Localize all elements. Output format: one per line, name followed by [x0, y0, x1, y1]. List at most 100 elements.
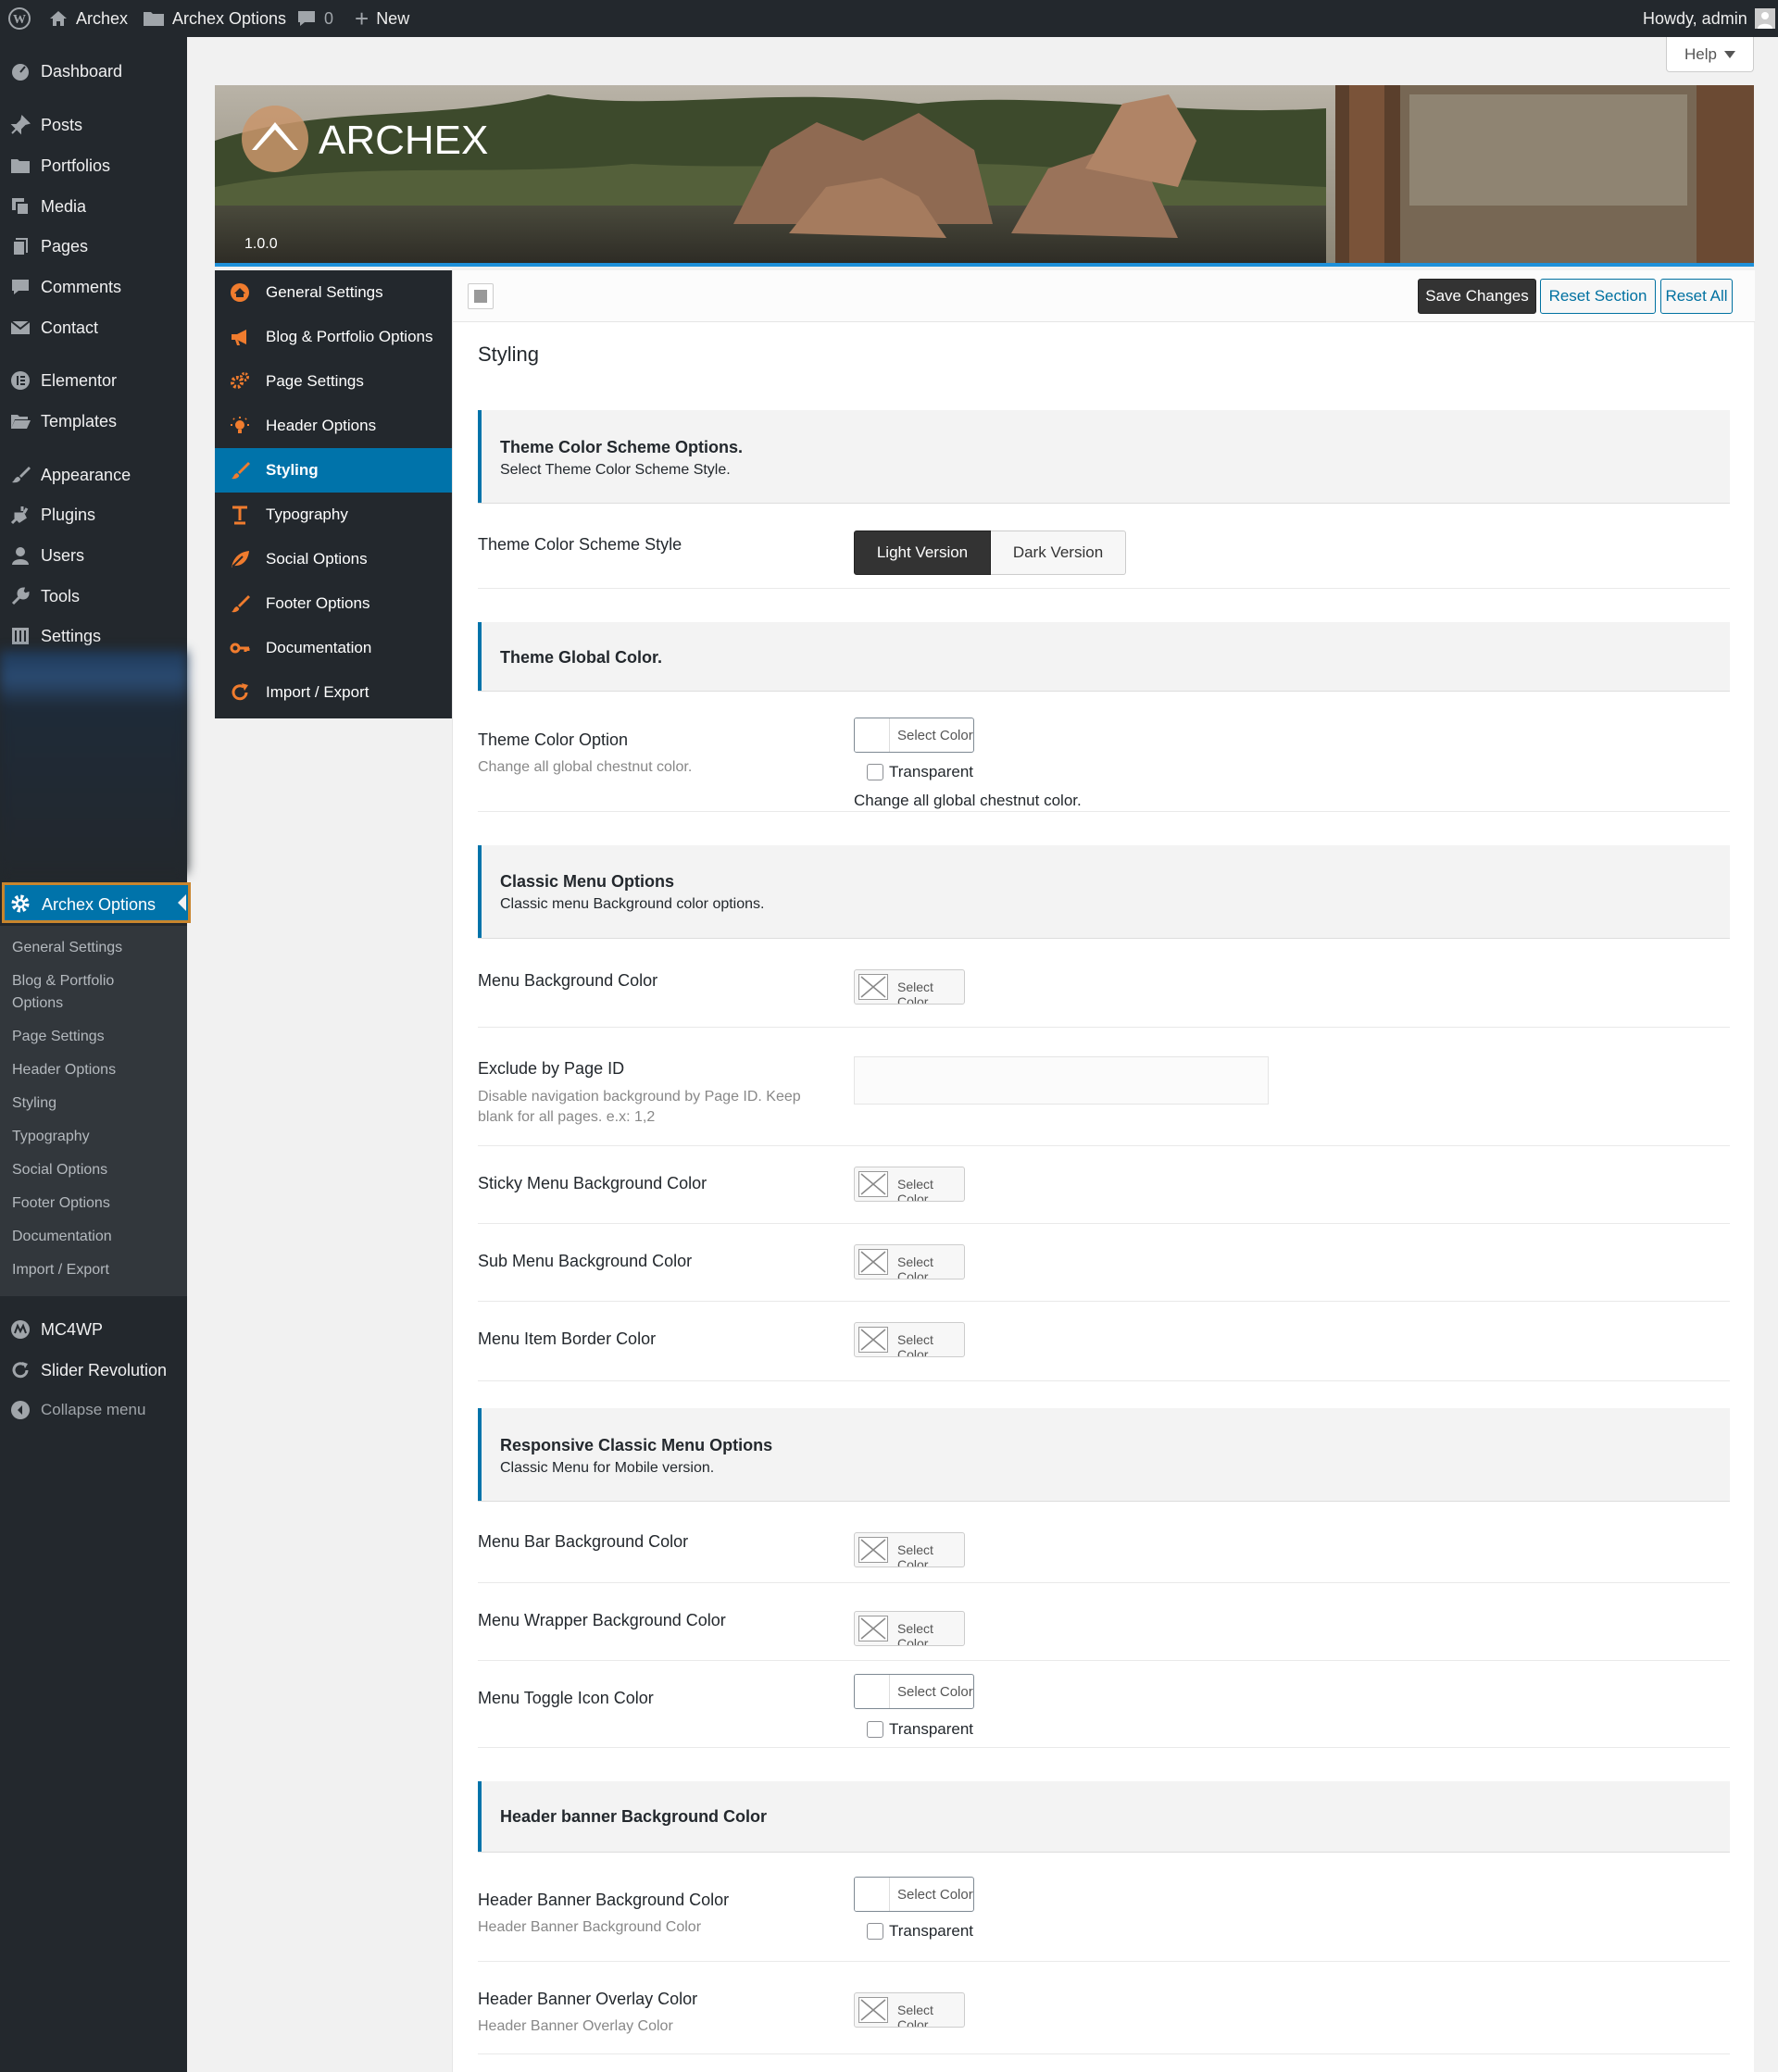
nav-footer-options[interactable]: Footer Options [215, 581, 452, 626]
row-exclude-page-id: Exclude by Page ID Disable navigation ba… [478, 1028, 1730, 1146]
archex-options-link[interactable]: Archex Options [143, 0, 286, 37]
nav-blog-portfolio-options[interactable]: Blog & Portfolio Options [215, 315, 452, 359]
menu-archex-options[interactable]: Archex Options [2, 882, 191, 923]
help-button[interactable]: Help [1666, 37, 1754, 72]
menu-users[interactable]: Users [0, 537, 187, 574]
home-icon [230, 282, 250, 303]
color-swatch [855, 1675, 890, 1708]
collapse-menu-button[interactable]: Collapse menu [0, 1392, 187, 1429]
checkbox[interactable] [867, 764, 883, 780]
menu-tools[interactable]: Tools [0, 578, 187, 615]
reset-all-button[interactable]: Reset All [1660, 279, 1733, 314]
home-icon [50, 11, 67, 26]
banner-version: 1.0.0 [244, 236, 278, 252]
leaf-icon [230, 549, 250, 569]
save-changes-button[interactable]: Save Changes [1418, 279, 1536, 314]
menu-posts[interactable]: Posts [0, 106, 187, 144]
menu-portfolios[interactable]: Portfolios [0, 147, 187, 184]
section-theme-global-color: Theme Global Color. [478, 622, 1730, 691]
theme-color-picker[interactable]: Select Color [854, 718, 974, 753]
menu-wrapper-bg-picker[interactable]: Select Color [854, 1611, 965, 1646]
account-menu[interactable]: Howdy, admin [1643, 0, 1775, 37]
settings-icon [9, 625, 31, 647]
comments-count: 0 [324, 8, 334, 28]
new-link[interactable]: + New [355, 0, 409, 37]
list-icon [474, 290, 487, 303]
checkbox[interactable] [867, 1721, 883, 1738]
row-menu-background-color: Menu Background Color Select Color [478, 938, 1730, 1028]
submenu-social-options[interactable]: Social Options [12, 1159, 107, 1181]
elementor-icon [9, 369, 31, 392]
user-icon [9, 544, 31, 567]
submenu-blog-portfolio-options[interactable]: Options [12, 992, 63, 1015]
submenu-documentation[interactable]: Documentation [12, 1226, 112, 1248]
expand-toggle-button[interactable] [468, 283, 494, 309]
submenu-styling[interactable]: Styling [12, 1092, 56, 1115]
options-panel: Save Changes Reset Section Reset All Sty… [452, 270, 1755, 2072]
header-banner-transparent[interactable]: Transparent [867, 1922, 973, 1941]
no-color-icon [858, 1616, 888, 1641]
nav-typography[interactable]: Typography [215, 493, 452, 537]
color-swatch [855, 718, 890, 752]
menu-bar-bg-picker[interactable]: Select Color [854, 1532, 965, 1567]
submenu-blog-portfolio[interactable]: Blog & Portfolio [12, 970, 114, 992]
menu-pages[interactable]: Pages [0, 228, 187, 265]
menu-item-border-picker[interactable]: Select Color [854, 1322, 965, 1357]
menu-contact[interactable]: Contact [0, 309, 187, 346]
menu-toggle-icon-picker[interactable]: Select Color [854, 1674, 974, 1709]
nav-import-export[interactable]: Import / Export [215, 670, 452, 715]
theme-color-transparent[interactable]: Transparent [867, 763, 973, 781]
submenu-page-settings[interactable]: Page Settings [12, 1026, 105, 1048]
row-theme-color-option: Theme Color Option Change all global che… [478, 691, 1730, 812]
menu-dashboard[interactable]: Dashboard [0, 53, 187, 90]
menu-templates[interactable]: Templates [0, 403, 187, 440]
exclude-page-id-input[interactable] [854, 1056, 1269, 1105]
submenu-typography[interactable]: Typography [12, 1126, 90, 1148]
menu-appearance[interactable]: Appearance [0, 456, 187, 493]
row-color-scheme-style: Theme Color Scheme Style Light Version D… [478, 503, 1730, 589]
comments-link[interactable]: 0 [296, 0, 333, 37]
header-banner-overlay-picker[interactable]: Select Color [854, 1992, 965, 2028]
wrench-icon [9, 585, 31, 607]
checkbox[interactable] [867, 1923, 883, 1940]
menu-slider-revolution[interactable]: Slider Revolution [0, 1352, 187, 1389]
media-icon [9, 195, 31, 218]
menu-media[interactable]: Media [0, 188, 187, 225]
dark-version-button[interactable]: Dark Version [991, 530, 1126, 575]
nav-page-settings[interactable]: Page Settings [215, 359, 452, 404]
nav-social-options[interactable]: Social Options [215, 537, 452, 581]
menu-toggle-transparent[interactable]: Transparent [867, 1720, 973, 1739]
key-icon [230, 638, 250, 658]
dashboard-icon [9, 60, 31, 82]
menu-mc4wp[interactable]: MC4WP [0, 1311, 187, 1348]
site-name-link[interactable]: Archex [48, 0, 128, 37]
wordpress-logo[interactable]: W [7, 0, 31, 37]
header-banner-bg-picker[interactable]: Select Color [854, 1877, 974, 1912]
nav-header-options[interactable]: Header Options [215, 404, 452, 448]
section-theme-color-scheme: Theme Color Scheme Options. Select Theme… [478, 410, 1730, 503]
menu-comments[interactable]: Comments [0, 268, 187, 306]
submenu-header-options[interactable]: Header Options [12, 1059, 116, 1081]
row-menu-toggle-icon: Menu Toggle Icon Color Select Color Tran… [478, 1661, 1730, 1748]
light-version-button[interactable]: Light Version [854, 530, 991, 575]
page-title: Styling [478, 343, 540, 366]
submenu-import-export[interactable]: Import / Export [12, 1259, 109, 1281]
banner-image: ARCHEX 1.0.0 [215, 85, 1754, 263]
menu-background-picker[interactable]: Select Color [854, 969, 965, 1005]
submenu-footer-options[interactable]: Footer Options [12, 1192, 110, 1215]
no-color-icon [858, 1171, 888, 1197]
reset-section-button[interactable]: Reset Section [1540, 279, 1656, 314]
row-sticky-menu-bg: Sticky Menu Background Color Select Colo… [478, 1146, 1730, 1224]
refresh-icon [230, 682, 250, 703]
megaphone-icon [230, 327, 250, 347]
nav-documentation[interactable]: Documentation [215, 626, 452, 670]
nav-styling[interactable]: Styling [215, 448, 452, 493]
sub-menu-bg-picker[interactable]: Select Color [854, 1244, 965, 1279]
menu-settings[interactable]: Settings [0, 618, 187, 655]
submenu-general-settings[interactable]: General Settings [12, 937, 122, 959]
nav-general-settings[interactable]: General Settings [215, 270, 452, 315]
menu-plugins[interactable]: Plugins [0, 496, 187, 533]
sticky-menu-bg-picker[interactable]: Select Color [854, 1167, 965, 1202]
menu-elementor[interactable]: Elementor [0, 362, 187, 399]
text-icon [230, 505, 250, 525]
